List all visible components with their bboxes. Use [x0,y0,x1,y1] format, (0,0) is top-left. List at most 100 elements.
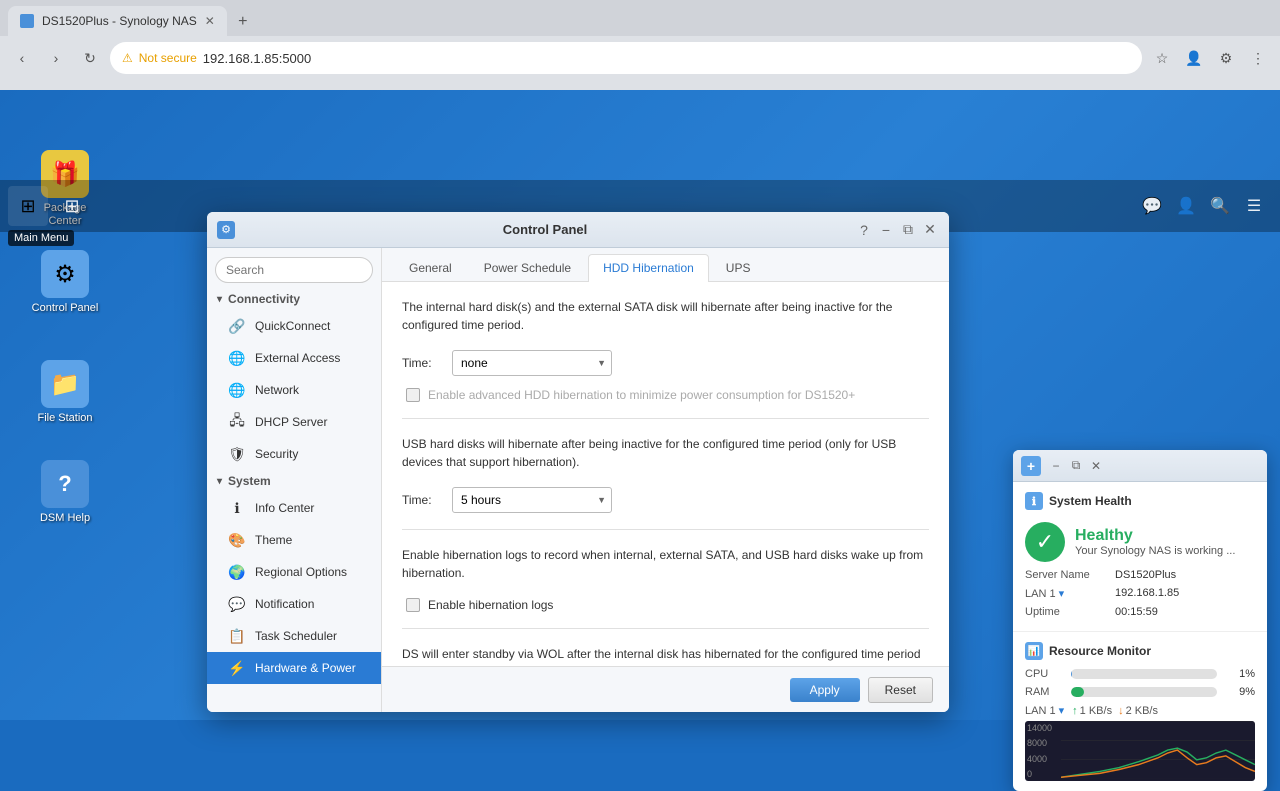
regional-icon: 🌍 [227,562,247,582]
time-label-1: Time: [402,356,442,370]
desktop-icon-control-panel[interactable]: ⚙ Control Panel [30,250,100,315]
separator-1 [402,418,929,419]
time-label-2: Time: [402,493,442,507]
taskbar-settings-icon[interactable]: ☰ [1240,192,1268,220]
forward-button[interactable]: › [42,44,70,72]
taskbar-chat-icon[interactable]: 💬 [1138,192,1166,220]
reset-button[interactable]: Reset [868,677,933,703]
lan-down-stat: ↓ 2 KB/s [1118,705,1158,717]
hdd-description-1: The internal hard disk(s) and the extern… [402,298,929,334]
window-title: Control Panel [243,222,847,237]
advanced-hdd-checkbox[interactable] [406,388,420,402]
browser-tab-active[interactable]: DS1520Plus - Synology NAS ✕ [8,6,227,36]
sidebar-item-network[interactable]: 🌐 Network [207,374,381,406]
back-button[interactable]: ‹ [8,44,36,72]
sidebar-item-task-scheduler[interactable]: 📋 Task Scheduler [207,620,381,652]
lan1-link[interactable]: ▾ [1059,588,1065,600]
hdd-description-2: USB hard disks will hibernate after bein… [402,435,929,471]
health-status-sub: Your Synology NAS is working ... [1075,545,1235,557]
taskbar-app-icon[interactable]: ⊞ [52,186,92,226]
taskbar-search-icon[interactable]: 🔍 [1206,192,1234,220]
control-panel-label: Control Panel [30,302,100,315]
ram-bar-container [1071,687,1217,697]
ram-label: RAM [1025,686,1063,698]
system-health-title: ℹ System Health [1025,492,1255,510]
dhcp-label: DHCP Server [255,415,327,429]
address-bar[interactable]: ⚠ Not secure 192.168.1.85:5000 [110,42,1142,74]
window-close-button[interactable]: ✕ [921,221,939,239]
tab-general[interactable]: General [394,254,467,281]
tab-close-button[interactable]: ✕ [205,14,215,28]
theme-icon: 🎨 [227,530,247,550]
advanced-hdd-checkbox-row: Enable advanced HDD hibernation to minim… [402,388,929,402]
sidebar-item-theme[interactable]: 🎨 Theme [207,524,381,556]
chart-labels: 14000 8000 4000 0 [1027,721,1063,781]
extensions-button[interactable]: ⚙ [1212,44,1240,72]
time-select-2[interactable]: 5 minutes 10 minutes 20 minutes 30 minut… [452,487,612,513]
sidebar-item-regional-options[interactable]: 🌍 Regional Options [207,556,381,588]
hdd-description-3: Enable hibernation logs to record when i… [402,546,929,582]
taskbar-user-icon[interactable]: 👤 [1172,192,1200,220]
health-status: ✓ Healthy Your Synology NAS is working .… [1025,518,1255,566]
chevron-up-icon: ▾ [217,294,222,305]
taskbar-main-menu-button[interactable]: ⊞ Main Menu [8,186,48,226]
system-health-widget: + − ⧉ ✕ ℹ System Health ✓ Healthy Your S… [1013,450,1267,791]
hibernation-logs-label: Enable hibernation logs [428,598,553,612]
new-tab-button[interactable]: + [229,8,257,36]
tab-hdd-hibernation[interactable]: HDD Hibernation [588,254,709,282]
hardware-power-label: Hardware & Power [255,661,356,675]
health-status-label: Healthy [1075,527,1235,545]
quickconnect-label: QuickConnect [255,319,330,333]
sidebar-item-hardware-power[interactable]: ⚡ Hardware & Power [207,652,381,684]
control-panel-window: ⚙ Control Panel ? − ⧉ ✕ ▾ Connectivity [207,212,949,712]
reload-button[interactable]: ↻ [76,44,104,72]
tab-favicon [20,14,34,28]
server-name-key: Server Name [1025,569,1115,581]
lan-dropdown-icon[interactable]: ▾ [1059,705,1065,717]
separator-3 [402,628,929,629]
advanced-hdd-label: Enable advanced HDD hibernation to minim… [428,388,855,402]
address-text: 192.168.1.85:5000 [203,51,311,66]
widget-add-button[interactable]: + [1021,456,1041,476]
sidebar-item-external-access[interactable]: 🌐 External Access [207,342,381,374]
widget-minimize-button[interactable]: − [1047,457,1065,475]
window-minimize-button[interactable]: − [877,221,895,239]
widget-close-button[interactable]: ✕ [1087,457,1105,475]
hibernation-logs-checkbox[interactable] [406,598,420,612]
window-controls: ? − ⧉ ✕ [855,221,939,239]
window-help-button[interactable]: ? [855,221,873,239]
sidebar-item-dhcp-server[interactable]: 🖧 DHCP Server [207,406,381,438]
widget-restore-button[interactable]: ⧉ [1067,457,1085,475]
menu-button[interactable]: ⋮ [1244,44,1272,72]
upload-icon: ↑ [1072,705,1078,717]
download-icon: ↓ [1118,705,1124,717]
cpu-row: CPU 1% [1025,668,1255,680]
window-restore-button[interactable]: ⧉ [899,221,917,239]
time-select-1[interactable]: none 5 minutes 10 minutes 20 minutes 30 … [452,350,612,376]
separator-2 [402,529,929,530]
sidebar-item-quickconnect[interactable]: 🔗 QuickConnect [207,310,381,342]
theme-label: Theme [255,533,292,547]
cp-section-connectivity[interactable]: ▾ Connectivity [207,288,381,310]
desktop-icon-file-station[interactable]: 📁 File Station [30,360,100,425]
sidebar-item-notification[interactable]: 💬 Notification [207,588,381,620]
cp-search-input[interactable] [215,257,373,283]
dhcp-icon: 🖧 [227,412,247,432]
desktop-icon-dsm-help[interactable]: ? DSM Help [30,460,100,525]
tab-power-schedule[interactable]: Power Schedule [469,254,586,281]
cp-main-content: The internal hard disk(s) and the extern… [382,282,949,666]
sidebar-item-security[interactable]: 🛡 Security [207,438,381,470]
profile-button[interactable]: 👤 [1180,44,1208,72]
external-access-icon: 🌐 [227,348,247,368]
lan-row: LAN 1 ▾ ↑ 1 KB/s ↓ 2 KB/s [1025,704,1255,717]
uptime-row: Uptime 00:15:59 [1025,603,1255,621]
cpu-bar-container [1071,669,1217,679]
tab-ups[interactable]: UPS [711,254,766,281]
hardware-power-icon: ⚡ [227,658,247,678]
network-label: Network [255,383,299,397]
cp-section-system[interactable]: ▾ System [207,470,381,492]
bookmark-button[interactable]: ☆ [1148,44,1176,72]
uptime-value: 00:15:59 [1115,606,1158,618]
sidebar-item-info-center[interactable]: ℹ Info Center [207,492,381,524]
apply-button[interactable]: Apply [790,678,860,702]
